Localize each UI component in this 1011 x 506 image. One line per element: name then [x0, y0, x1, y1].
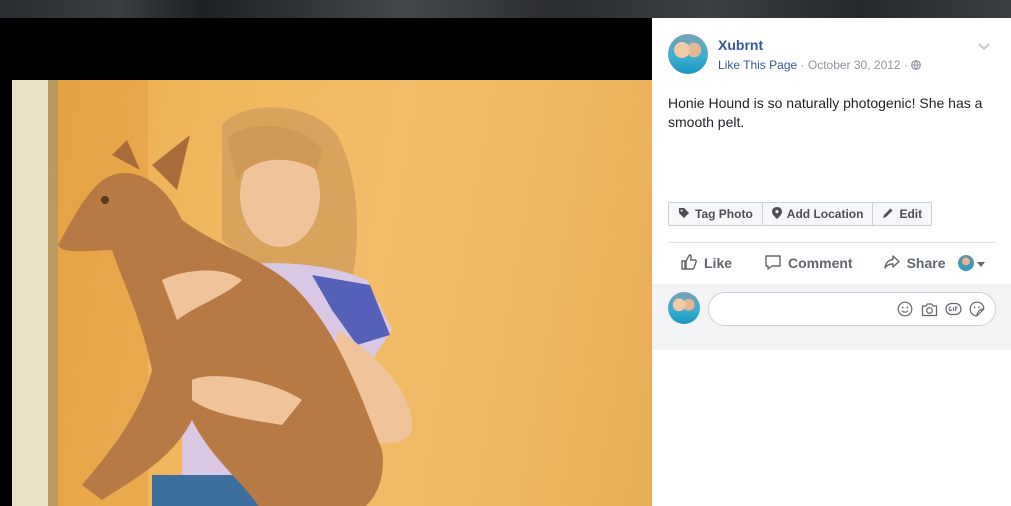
share-arrow-icon — [883, 253, 901, 274]
camera-icon[interactable] — [920, 300, 938, 318]
pencil-icon — [882, 207, 894, 222]
edit-button[interactable]: Edit — [873, 203, 931, 225]
like-button[interactable]: Like — [680, 253, 732, 274]
background-strip — [0, 0, 1011, 18]
like-label: Like — [704, 255, 733, 271]
globe-icon — [911, 59, 922, 73]
reaction-audience-selector[interactable] — [958, 254, 985, 272]
emoji-icon[interactable] — [896, 300, 914, 318]
thumbs-up-icon — [680, 253, 698, 274]
tag-photo-button[interactable]: Tag Photo — [669, 203, 763, 225]
post-photo[interactable] — [12, 80, 652, 506]
like-page-link[interactable]: Like This Page — [718, 58, 797, 72]
post-actions: Like Comment Share — [668, 243, 995, 283]
sticker-icon[interactable] — [968, 300, 986, 318]
photo-actions-bar: Tag Photo Add Location Edit — [668, 202, 933, 226]
share-label: Share — [906, 255, 946, 271]
add-location-label: Add Location — [786, 207, 864, 221]
add-location-button[interactable]: Add Location — [763, 203, 874, 225]
caret-down-icon — [977, 254, 985, 272]
commenter-avatar — [668, 292, 700, 324]
edit-label: Edit — [899, 207, 923, 221]
tag-photo-label: Tag Photo — [695, 207, 753, 221]
meta-separator: · — [800, 58, 805, 72]
post-meta: Like This Page · October 30, 2012 · — [718, 58, 922, 73]
caret-down-icon[interactable] — [978, 38, 990, 51]
comment-bubble-icon — [764, 253, 782, 274]
door-frame — [12, 80, 48, 506]
page-avatar[interactable] — [668, 34, 708, 74]
post-caption: Honie Hound is so naturally photogenic! … — [668, 95, 983, 130]
tag-icon — [678, 207, 690, 222]
comment-tools — [896, 300, 986, 318]
page-name-link[interactable]: Xubrnt — [718, 37, 763, 53]
photo-stage — [0, 18, 652, 506]
audience-avatar — [958, 255, 974, 271]
comment-button[interactable]: Comment — [764, 253, 853, 274]
post-panel: Xubrnt Like This Page · October 30, 2012… — [652, 18, 1011, 506]
meta-separator-2: · — [903, 58, 908, 72]
location-pin-icon — [771, 206, 782, 222]
comment-label: Comment — [788, 255, 853, 271]
photo-illustration — [12, 80, 412, 506]
post-date[interactable]: October 30, 2012 — [808, 58, 901, 72]
share-button[interactable]: Share — [883, 253, 946, 274]
gif-icon[interactable] — [944, 300, 962, 318]
